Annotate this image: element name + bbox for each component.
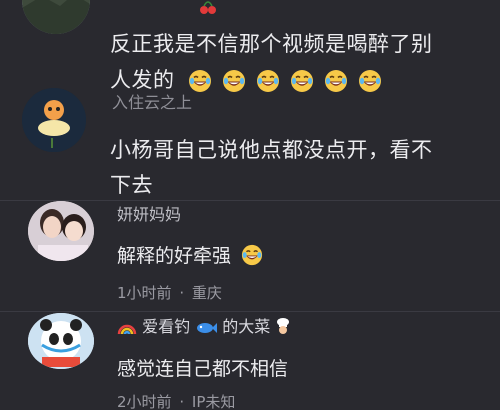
divider [0,200,500,201]
divider [0,311,500,312]
cherry-icon [198,0,218,20]
laughing-crying-emoji-icon [256,69,280,93]
laughing-crying-emoji-icon [324,69,348,93]
comment-thread: 反正我是不信那个视频是喝醉了别 人发的 入住云之上 小杨哥自己说他点都没点开，看… [0,0,500,410]
comment-text-line1: 反正我是不信那个视频是喝醉了别 [110,32,433,56]
laughing-crying-emoji-icon [188,69,212,93]
avatar[interactable] [28,313,94,369]
laughing-crying-emoji-icon [358,69,382,93]
location: 重庆 [191,284,222,302]
avatar[interactable] [22,88,86,152]
fish-icon [195,319,218,341]
photo-avatar-icon [28,201,94,261]
reply-text-content: 解释的好牵强 [117,245,232,267]
username[interactable]: 妍妍妈妈 [117,204,181,226]
username[interactable]: 爱看钓 的大菜 [117,316,291,341]
timestamp: 2小时前 [117,393,172,410]
comment-text-line2-text: 人发的 [110,68,175,92]
separator-dot: · [179,284,185,302]
comment-text-line1: 小杨哥自己说他点都没点开，看不 [110,138,433,162]
comment-text-line2: 下去 [110,173,153,197]
timestamp: 1小时前 [117,284,172,302]
laughing-crying-emoji-icon [290,69,314,93]
location: IP未知 [191,393,236,410]
reply-text: 解释的好牵强 [117,242,263,270]
reply-meta: 1小时前 · 重庆 [117,283,222,303]
avatar[interactable] [22,0,90,34]
chef-icon [275,317,291,341]
reply-meta: 2小时前 · IP未知 [117,392,235,410]
cartoon-avatar-icon [22,88,86,152]
laughing-crying-emoji-icon [241,244,263,266]
panda-avatar-icon [28,313,94,369]
reply-text: 感觉连自己都不相信 [117,358,289,380]
username[interactable]: 入住云之上 [112,92,192,114]
emoji-row [188,69,382,93]
landscape-avatar-icon [22,0,90,34]
username-part1: 爱看钓 [142,317,191,336]
username-part2: 的大菜 [222,317,271,336]
rainbow-icon [117,319,137,341]
laughing-crying-emoji-icon [222,69,246,93]
separator-dot: · [179,393,185,410]
avatar[interactable] [28,201,94,261]
